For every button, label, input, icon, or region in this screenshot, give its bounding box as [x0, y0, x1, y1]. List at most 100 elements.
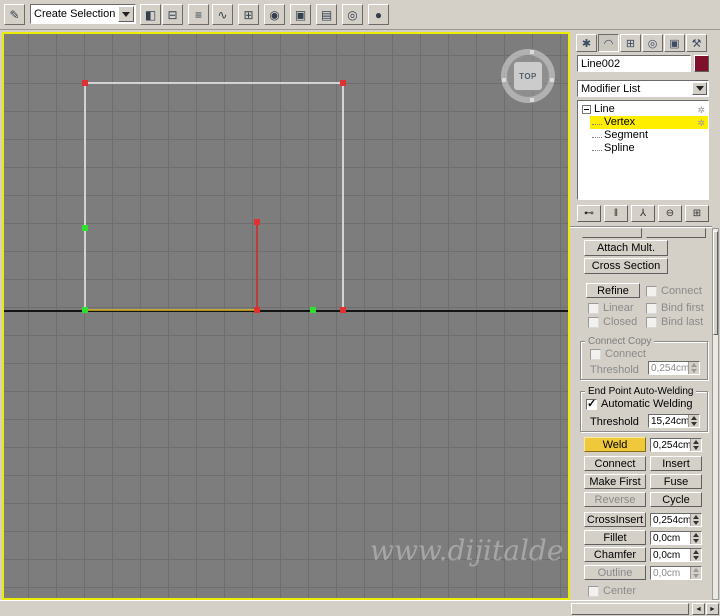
- object-name-value: Line002: [581, 57, 621, 70]
- spline-canvas: [82, 80, 346, 313]
- pin-stack-icon[interactable]: ⊷: [577, 205, 601, 222]
- material-editor-icon[interactable]: ◉: [264, 4, 285, 25]
- partial-button[interactable]: [646, 228, 706, 238]
- fillet-spinner[interactable]: 0,0cm: [650, 531, 702, 545]
- tab-motion[interactable]: ◎: [642, 34, 663, 52]
- checkbox-icon: [590, 348, 601, 360]
- viewport-compass[interactable]: TOP: [501, 49, 555, 103]
- spinner-arrows-icon[interactable]: [690, 532, 701, 544]
- connect-copy-title: Connect Copy: [585, 336, 655, 347]
- spinner-arrows-icon[interactable]: [688, 362, 699, 374]
- render-type-icon[interactable]: ◎: [342, 4, 363, 25]
- stack-item-segment[interactable]: Segment: [590, 129, 708, 142]
- outline-button[interactable]: Outline: [584, 565, 646, 580]
- panel-scrollbar[interactable]: [712, 228, 719, 600]
- render-setup-icon[interactable]: ▣: [290, 4, 311, 25]
- stack-item-spline[interactable]: Spline: [590, 142, 708, 155]
- bind-first-checkbox[interactable]: Bind first: [646, 302, 704, 314]
- make-first-button[interactable]: Make First: [584, 474, 646, 489]
- spline-vertex[interactable]: [82, 307, 88, 313]
- viewport-label[interactable]: TOP: [513, 61, 543, 91]
- tab-display[interactable]: ▣: [664, 34, 685, 52]
- modifier-stack-list[interactable]: Line ✲ Vertex ✲ Segment Spline: [577, 100, 709, 200]
- spinner-arrows-icon[interactable]: [690, 439, 701, 451]
- refine-button[interactable]: Refine: [586, 283, 640, 298]
- dropdown-arrow-icon[interactable]: [118, 6, 134, 22]
- 3dsmax-window: { "toolbar": { "named_selection_icon": {…: [0, 0, 720, 616]
- align-icon[interactable]: ⊟: [162, 4, 183, 25]
- weld-threshold-label: Threshold: [590, 416, 639, 428]
- quick-render-icon[interactable]: ●: [368, 4, 389, 25]
- automatic-welding-checkbox[interactable]: Automatic Welding: [586, 397, 693, 410]
- layer-manager-icon[interactable]: ≡: [188, 4, 209, 25]
- curve-editor-icon[interactable]: ∿: [212, 4, 233, 25]
- spline-vertex[interactable]: [254, 219, 260, 225]
- make-unique-icon[interactable]: ⅄: [631, 205, 655, 222]
- panel-hscrollbar-thumb[interactable]: [571, 603, 689, 615]
- scroll-right-icon[interactable]: ►: [706, 603, 719, 615]
- modifier-list-dropdown[interactable]: Modifier List: [577, 80, 709, 97]
- schematic-view-icon[interactable]: ⊞: [238, 4, 259, 25]
- spinner-arrows-icon[interactable]: [690, 567, 701, 579]
- connect-button[interactable]: Connect: [584, 456, 646, 471]
- remove-modifier-icon[interactable]: ⊖: [658, 205, 682, 222]
- stack-item-line[interactable]: Line ✲: [578, 103, 708, 116]
- stack-item-label: Spline: [604, 142, 635, 154]
- bind-last-checkbox[interactable]: Bind last: [646, 316, 703, 328]
- center-checkbox[interactable]: Center: [588, 585, 636, 597]
- collapse-icon[interactable]: [582, 104, 591, 114]
- stack-item-vertex[interactable]: Vertex ✲: [590, 116, 708, 129]
- spinner-arrows-icon[interactable]: [690, 549, 701, 561]
- named-selection-set-dropdown[interactable]: Create Selection Se: [30, 4, 136, 24]
- tab-modify[interactable]: ◠: [598, 34, 619, 52]
- show-end-result-icon[interactable]: ‖: [604, 205, 628, 222]
- compass-tick-icon: [550, 78, 554, 82]
- connect-copy-checkbox[interactable]: Connect: [590, 348, 646, 360]
- spline-vertex[interactable]: [254, 307, 260, 313]
- weld-threshold-spinner[interactable]: 15,24cm: [648, 414, 700, 428]
- tree-line: [592, 146, 602, 151]
- closed-checkbox[interactable]: Closed: [588, 316, 637, 328]
- cross-insert-button[interactable]: CrossInsert: [584, 512, 646, 527]
- object-color-swatch[interactable]: [694, 55, 709, 72]
- mirror-icon[interactable]: ◧: [140, 4, 161, 25]
- spinner-arrows-icon[interactable]: [690, 514, 701, 526]
- modifier-list-label: Modifier List: [581, 82, 641, 95]
- reverse-button[interactable]: Reverse: [584, 492, 646, 507]
- scroll-left-icon[interactable]: ◄: [692, 603, 705, 615]
- named-selection-sets-icon[interactable]: ✎: [4, 4, 25, 25]
- compass-tick-icon: [530, 98, 534, 102]
- weld-button[interactable]: Weld: [584, 437, 646, 452]
- panel-scrollbar-thumb[interactable]: [713, 231, 718, 335]
- object-name-field[interactable]: Line002: [577, 55, 691, 72]
- fuse-button[interactable]: Fuse: [650, 474, 702, 489]
- spinner-arrows-icon[interactable]: [688, 415, 699, 427]
- dropdown-arrow-icon[interactable]: [692, 82, 707, 95]
- rendered-frame-icon[interactable]: ▤: [316, 4, 337, 25]
- connect-copy-threshold-spinner[interactable]: 0,254cm: [648, 361, 700, 375]
- cross-section-button[interactable]: Cross Section: [584, 258, 668, 274]
- spline-vertex[interactable]: [310, 307, 316, 313]
- tab-hierarchy[interactable]: ⊞: [620, 34, 641, 52]
- configure-modifier-sets-icon[interactable]: ⊞: [685, 205, 709, 222]
- cycle-button[interactable]: Cycle: [650, 492, 702, 507]
- attach-mult-button[interactable]: Attach Mult.: [584, 240, 668, 256]
- tab-utilities[interactable]: ⚒: [686, 34, 707, 52]
- checkbox-icon: [646, 302, 657, 314]
- outline-spinner[interactable]: 0,0cm: [650, 566, 702, 580]
- cross-insert-spinner[interactable]: 0,254cm: [650, 513, 702, 527]
- spline-vertex[interactable]: [82, 225, 88, 231]
- spline-vertex[interactable]: [340, 307, 346, 313]
- fillet-button[interactable]: Fillet: [584, 530, 646, 545]
- weld-value-spinner[interactable]: 0,254cm: [650, 438, 702, 452]
- top-viewport[interactable]: www.dijitalde TOP: [2, 32, 570, 600]
- chamfer-button[interactable]: Chamfer: [584, 547, 646, 562]
- refine-connect-checkbox[interactable]: Connect: [646, 285, 702, 297]
- chamfer-spinner[interactable]: 0,0cm: [650, 548, 702, 562]
- spline-vertex[interactable]: [82, 80, 88, 86]
- tab-create[interactable]: ✱: [576, 34, 597, 52]
- linear-checkbox[interactable]: Linear: [588, 302, 634, 314]
- partial-button[interactable]: [582, 228, 642, 238]
- insert-button[interactable]: Insert: [650, 456, 702, 471]
- spline-vertex[interactable]: [340, 80, 346, 86]
